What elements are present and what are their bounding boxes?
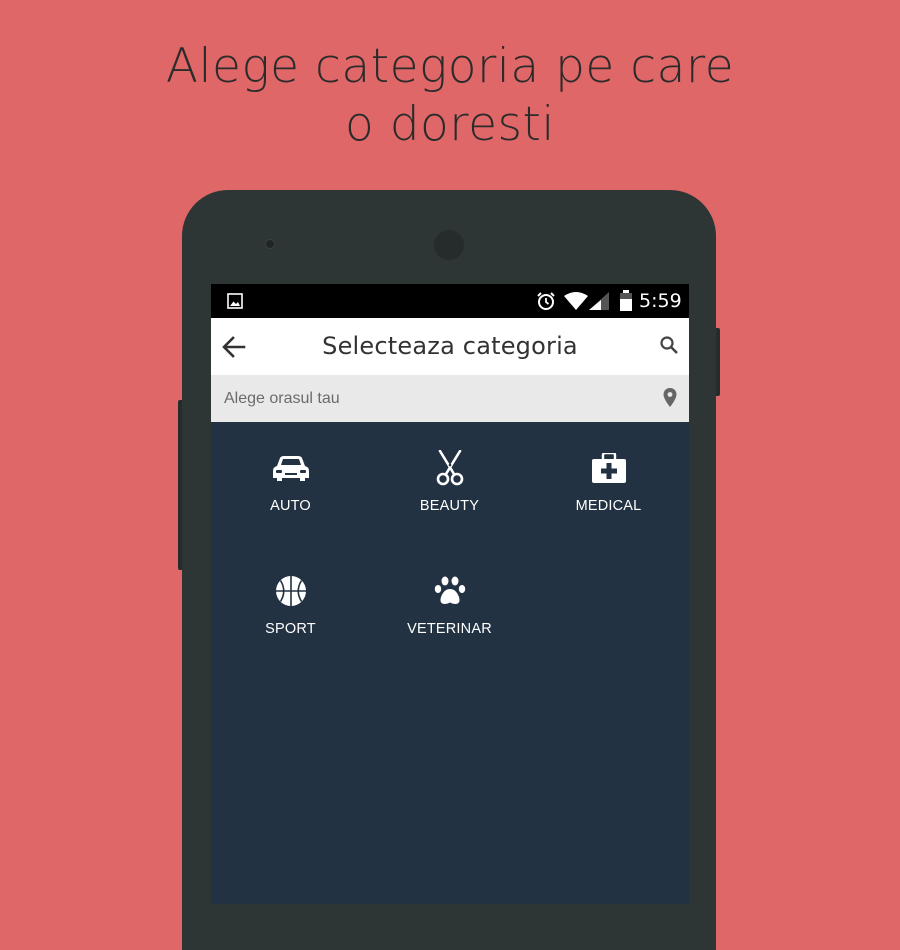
app-bar: Selecteaza categoria (211, 318, 689, 375)
phone-sensor (266, 240, 274, 248)
phone-camera (434, 230, 464, 260)
category-auto[interactable]: AUTO (211, 422, 370, 522)
category-label: MEDICAL (575, 498, 642, 514)
paw-icon (370, 573, 529, 609)
scissors-icon (370, 450, 529, 486)
location-pin-icon[interactable] (663, 388, 677, 413)
category-beauty[interactable]: BEAUTY (370, 422, 529, 522)
city-selector (211, 375, 689, 422)
signal-icon (589, 292, 609, 315)
car-icon (211, 450, 370, 486)
battery-icon (619, 290, 633, 317)
medical-kit-icon (529, 450, 688, 486)
search-icon[interactable] (659, 335, 679, 355)
page-title: Selecteaza categoria (322, 332, 578, 360)
category-medical[interactable]: MEDICAL (529, 422, 688, 522)
city-input[interactable] (211, 375, 651, 422)
phone-screen: 5:59 Selecteaza categoria Alege orasul t… (211, 284, 689, 904)
headline-line-1: Alege categoria pe care (165, 39, 735, 94)
alarm-icon (536, 291, 556, 316)
headline: Alege categoria pe care o doresti (0, 38, 900, 154)
category-label: SPORT (265, 621, 316, 637)
basketball-icon (211, 573, 370, 609)
headline-line-2: o doresti (345, 97, 555, 152)
gallery-icon (227, 293, 243, 314)
category-sport[interactable]: SPORT (211, 545, 370, 645)
category-veterinar[interactable]: VETERINAR (370, 545, 529, 645)
wifi-icon (564, 292, 588, 315)
status-bar: 5:59 (211, 284, 689, 318)
category-label: BEAUTY (419, 498, 480, 514)
status-time: 5:59 (639, 290, 682, 312)
category-label: VETERINAR (407, 621, 492, 637)
category-label: AUTO (270, 498, 311, 514)
